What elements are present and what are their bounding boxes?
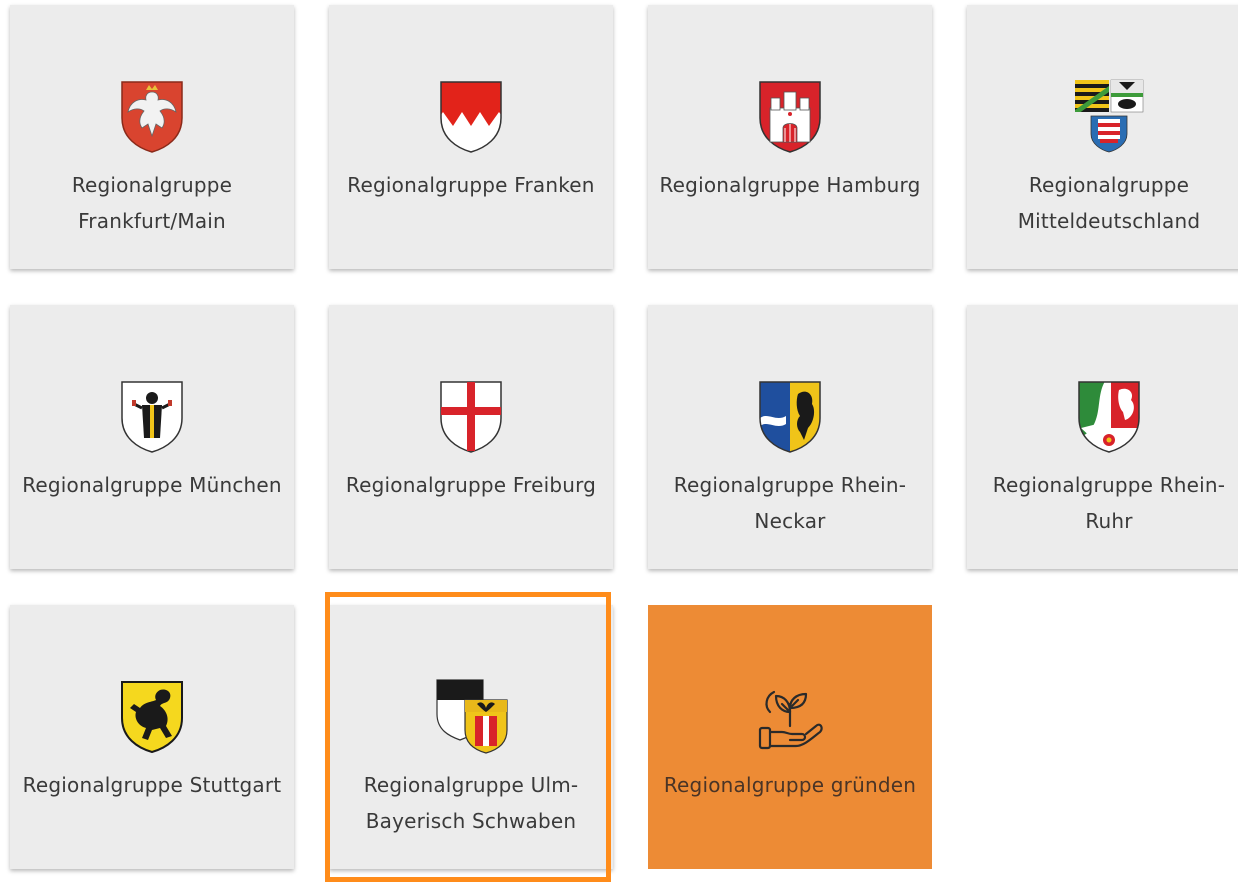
group-card-hamburg[interactable]: Regionalgruppe Hamburg [648,5,932,269]
found-group-card[interactable]: Regionalgruppe gründen [648,605,932,869]
group-label: Regionalgruppe Stuttgart [22,773,282,797]
group-card-rhein-neckar[interactable]: Regionalgruppe Rhein-Neckar [648,305,932,569]
group-label: Regionalgruppe Ulm-Bayerisch Schwaben [363,773,579,833]
found-group-label: Regionalgruppe gründen [663,773,917,797]
group-label: Regionalgruppe Hamburg [659,173,921,197]
muenchen-crest-icon [114,378,190,454]
group-label: Regionalgruppe Rhein-Neckar [673,473,907,533]
group-card-freiburg[interactable]: Regionalgruppe Freiburg [329,305,613,569]
stuttgart-crest-icon [114,678,190,754]
frankfurt-crest-icon [114,78,190,154]
mitteldeutschland-crest-icon [1071,78,1147,154]
group-label: Regionalgruppe Franken [347,173,595,197]
group-card-stuttgart[interactable]: Regionalgruppe Stuttgart [10,605,294,869]
group-card-muenchen[interactable]: Regionalgruppe München [10,305,294,569]
group-label: Regionalgruppe München [22,473,282,497]
ulm-schwaben-crest-icon [433,678,509,754]
hamburg-crest-icon [752,78,828,154]
freiburg-crest-icon [433,378,509,454]
group-card-ulm-schwaben[interactable]: Regionalgruppe Ulm-Bayerisch Schwaben [329,605,613,869]
rhein-neckar-crest-icon [752,378,828,454]
hand-plant-icon [752,678,828,754]
group-card-mitteldeutschland[interactable]: Regionalgruppe Mitteldeutschland [967,5,1238,269]
group-card-rhein-ruhr[interactable]: Regionalgruppe Rhein-Ruhr [967,305,1238,569]
group-label: Regionalgruppe Rhein-Ruhr [992,473,1226,533]
group-card-frankfurt[interactable]: Regionalgruppe Frankfurt/Main [10,5,294,269]
group-label: Regionalgruppe Frankfurt/Main [71,173,233,233]
group-label: Regionalgruppe Freiburg [345,473,597,497]
group-label: Regionalgruppe Mitteldeutschland [1017,173,1201,233]
rhein-ruhr-crest-icon [1071,378,1147,454]
franken-crest-icon [433,78,509,154]
group-card-franken[interactable]: Regionalgruppe Franken [329,5,613,269]
